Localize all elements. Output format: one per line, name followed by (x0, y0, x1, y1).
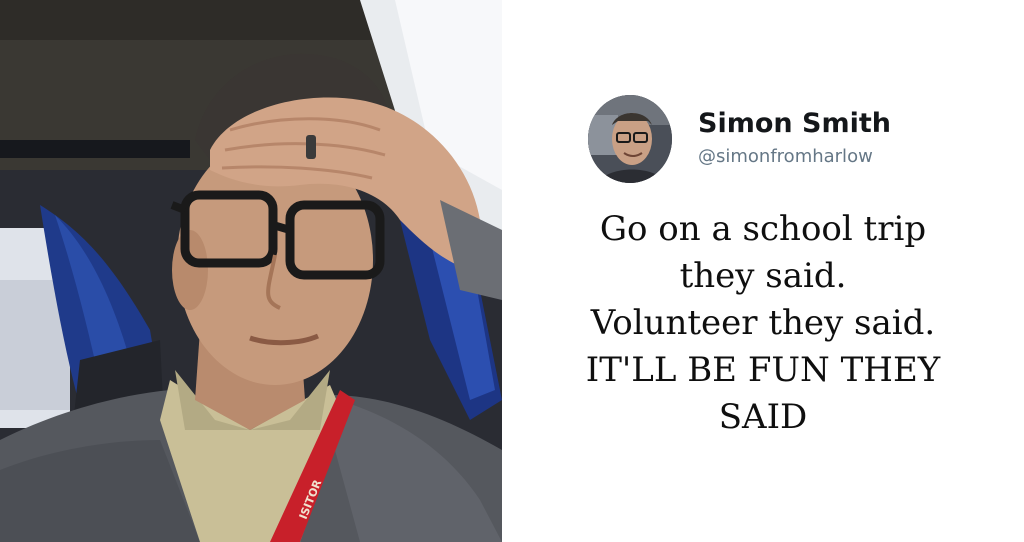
tweet-text: Go on a school trip they said. Volunteer… (502, 206, 1024, 441)
tweet-line: Go on a school trip (599, 209, 927, 249)
meme-canvas: ISITOR Simon Smith @simonfromharlow Go o… (0, 0, 1024, 542)
display-name[interactable]: Simon Smith (698, 108, 891, 140)
selfie-photo: ISITOR (0, 0, 502, 542)
user-handle[interactable]: @simonfromharlow (698, 146, 873, 168)
avatar[interactable] (588, 95, 672, 183)
tweet-line: they said. (679, 256, 847, 296)
tweet-card: Simon Smith @simonfromharlow Go on a sch… (502, 0, 1024, 542)
tweet-line: SAID (718, 397, 808, 437)
selfie-illustration: ISITOR (0, 0, 502, 542)
tweet-line: IT'LL BE FUN THEY (585, 350, 941, 390)
avatar-image (588, 95, 672, 183)
ring (306, 135, 316, 159)
tweet-line: Volunteer they said. (590, 303, 936, 343)
ear (172, 230, 208, 310)
